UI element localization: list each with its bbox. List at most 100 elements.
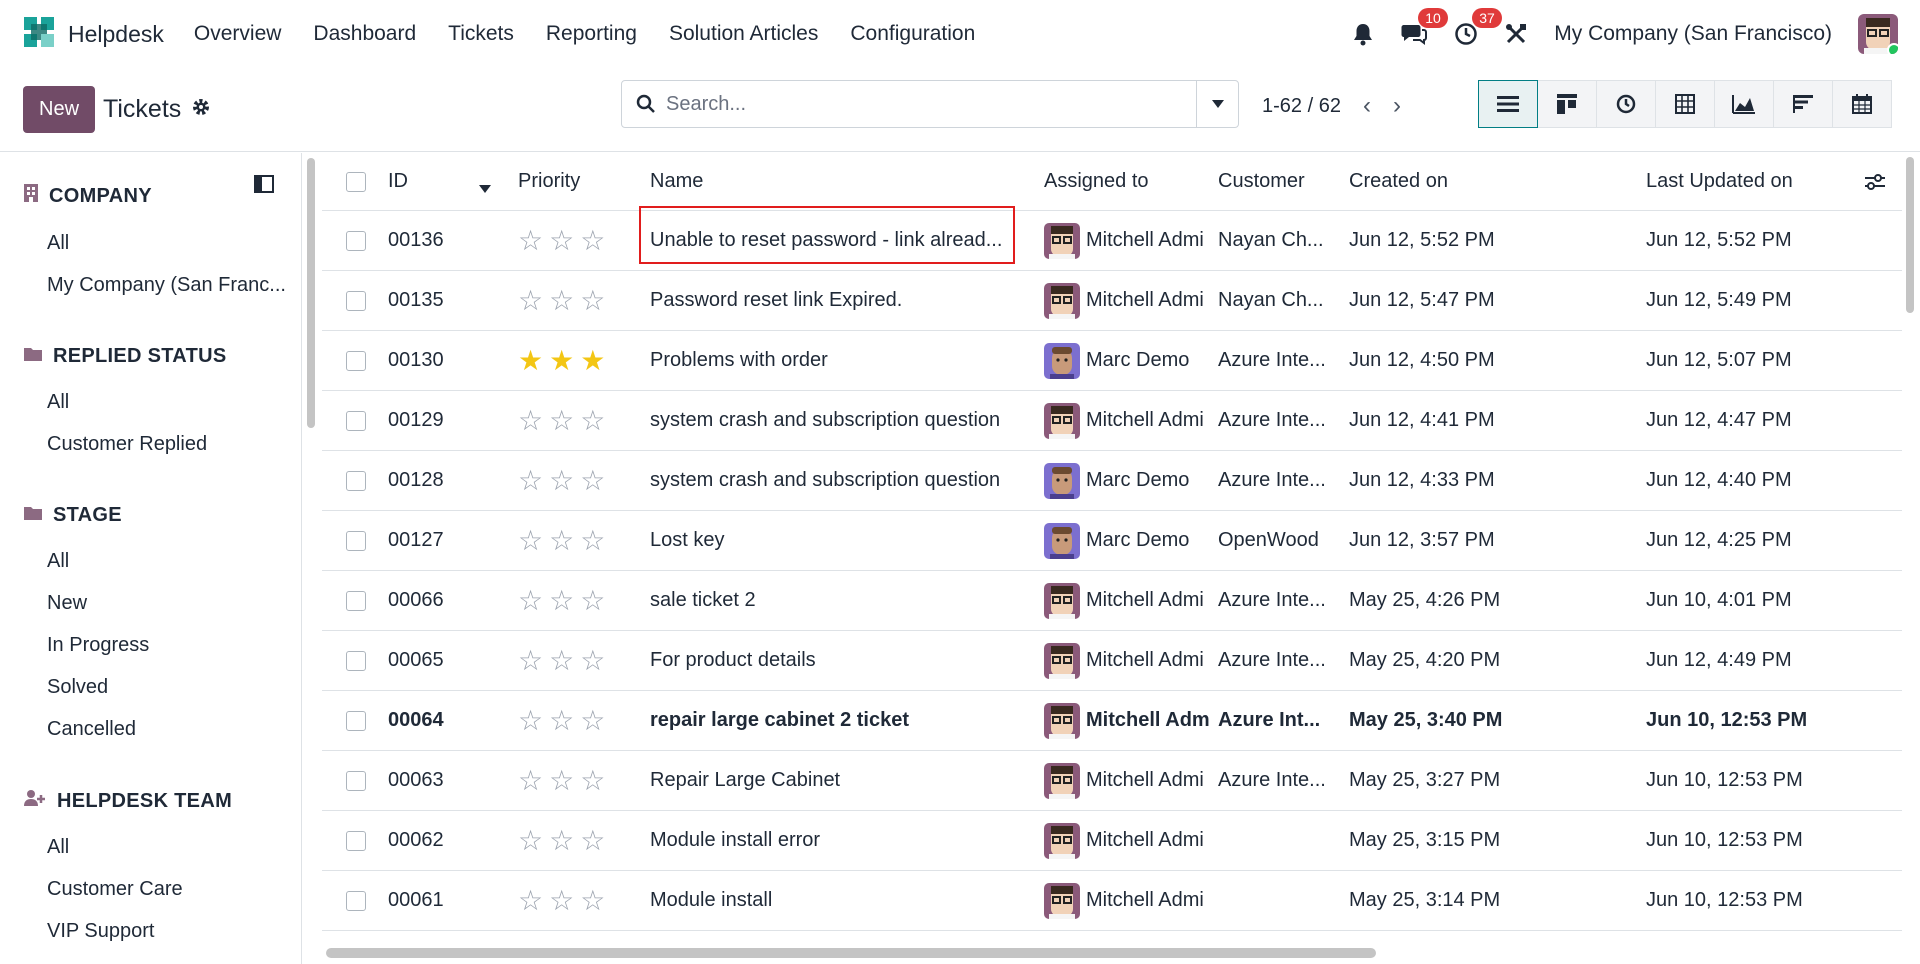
column-header-id[interactable]: ID (388, 170, 488, 193)
priority-star-icon[interactable]: ☆ (580, 827, 605, 855)
filter-item-stage-in-progress[interactable]: In Progress (47, 629, 301, 671)
priority-star-icon[interactable]: ☆ (580, 227, 605, 255)
priority-star-icon[interactable]: ☆ (518, 767, 543, 795)
column-header-updated[interactable]: Last Updated on (1646, 170, 1846, 193)
table-row[interactable]: 00128 ☆ ☆ ☆ system crash and subscription qu… (322, 451, 1902, 511)
activity-view-button[interactable] (1596, 80, 1656, 128)
priority-star-icon[interactable]: ☆ (580, 467, 605, 495)
priority-star-icon[interactable]: ★ (549, 347, 574, 375)
row-checkbox[interactable] (346, 531, 366, 551)
column-header-name[interactable]: Name (650, 170, 1030, 193)
priority-star-icon[interactable]: ☆ (549, 287, 574, 315)
menu-item-configuration[interactable]: Configuration (850, 22, 975, 46)
messages-icon[interactable]: 10 (1400, 8, 1448, 46)
table-row[interactable]: 00130 ★ ★ ★ Problems with order Marc Demo Azur… (322, 331, 1902, 391)
user-avatar[interactable] (1858, 14, 1898, 54)
priority-star-icon[interactable]: ☆ (518, 707, 543, 735)
menu-item-tickets[interactable]: Tickets (448, 22, 514, 46)
priority-star-icon[interactable]: ☆ (549, 647, 574, 675)
column-header-customer[interactable]: Customer (1218, 170, 1332, 193)
priority-star-icon[interactable]: ☆ (549, 227, 574, 255)
table-row[interactable]: 00066 ☆ ☆ ☆ sale ticket 2 Mitchell Admi Azure … (322, 571, 1902, 631)
table-row[interactable]: 00129 ☆ ☆ ☆ system crash and subscription qu… (322, 391, 1902, 451)
search-input[interactable] (656, 81, 1196, 127)
priority-star-icon[interactable]: ☆ (549, 827, 574, 855)
table-row[interactable]: 00061 ☆ ☆ ☆ Module install Mitchell Admi May 2… (322, 871, 1902, 931)
collapse-sidebar-icon[interactable] (254, 175, 274, 198)
table-row[interactable]: 00063 ☆ ☆ ☆ Repair Large Cabinet Mitchell Adm… (322, 751, 1902, 811)
priority-star-icon[interactable]: ☆ (549, 587, 574, 615)
new-button[interactable]: New (23, 86, 96, 133)
priority-star-icon[interactable]: ☆ (549, 407, 574, 435)
table-row[interactable]: 00127 ☆ ☆ ☆ Lost key Marc Demo OpenWood Jun 12,… (322, 511, 1902, 571)
priority-star-icon[interactable]: ☆ (580, 407, 605, 435)
column-header-assigned[interactable]: Assigned to (1044, 170, 1220, 193)
row-checkbox[interactable] (346, 231, 366, 251)
row-checkbox[interactable] (346, 411, 366, 431)
filter-item-stage-solved[interactable]: Solved (47, 671, 301, 713)
priority-star-icon[interactable]: ☆ (580, 647, 605, 675)
search-options-toggle[interactable] (1196, 81, 1238, 127)
sort-desc-icon[interactable] (478, 177, 492, 200)
filter-item-team-vip-support[interactable]: VIP Support (47, 915, 301, 957)
optional-columns-icon[interactable] (1864, 172, 1886, 198)
filter-item-stage-all[interactable]: All (47, 545, 301, 587)
priority-star-icon[interactable]: ☆ (580, 767, 605, 795)
filter-item-company-my-company[interactable]: My Company (San Franc... (47, 269, 301, 311)
priority-star-icon[interactable]: ★ (518, 347, 543, 375)
row-checkbox[interactable] (346, 291, 366, 311)
horizontal-scrollbar[interactable] (326, 948, 1376, 958)
priority-star-icon[interactable]: ★ (580, 347, 605, 375)
menu-item-reporting[interactable]: Reporting (546, 22, 637, 46)
filter-item-company-all[interactable]: All (47, 227, 301, 269)
activity-clock-icon[interactable]: 37 (1454, 8, 1502, 46)
row-checkbox[interactable] (346, 591, 366, 611)
sidebar-scrollbar[interactable] (307, 158, 315, 428)
filter-item-team-all[interactable]: All (47, 831, 301, 873)
row-checkbox[interactable] (346, 651, 366, 671)
table-row[interactable]: 00135 ☆ ☆ ☆ Password reset link Expired. Mitc… (322, 271, 1902, 331)
priority-star-icon[interactable]: ☆ (518, 887, 543, 915)
select-all-checkbox[interactable] (346, 172, 366, 192)
table-row[interactable]: 00136 ☆ ☆ ☆ Unable to reset password - link … (322, 211, 1902, 271)
priority-star-icon[interactable]: ☆ (518, 827, 543, 855)
priority-star-icon[interactable]: ☆ (580, 287, 605, 315)
priority-star-icon[interactable]: ☆ (580, 887, 605, 915)
company-switcher[interactable]: My Company (San Francisco) (1554, 22, 1832, 46)
filter-item-stage-cancelled[interactable]: Cancelled (47, 713, 301, 755)
pager-next-icon[interactable]: › (1393, 92, 1401, 120)
priority-star-icon[interactable]: ☆ (518, 587, 543, 615)
table-row[interactable]: 00062 ☆ ☆ ☆ Module install error Mitchell Adm… (322, 811, 1902, 871)
gear-icon[interactable] (191, 97, 211, 123)
column-header-created[interactable]: Created on (1349, 170, 1549, 193)
pager-value[interactable]: 1-62 / 62 (1262, 95, 1341, 118)
pager-previous-icon[interactable]: ‹ (1363, 92, 1371, 120)
priority-star-icon[interactable]: ☆ (518, 407, 543, 435)
priority-star-icon[interactable]: ☆ (518, 527, 543, 555)
filter-item-stage-new[interactable]: New (47, 587, 301, 629)
tools-icon[interactable] (1504, 22, 1528, 46)
priority-star-icon[interactable]: ☆ (580, 587, 605, 615)
filter-item-customer-replied[interactable]: Customer Replied (47, 428, 301, 470)
column-header-priority[interactable]: Priority (518, 170, 628, 193)
menu-item-dashboard[interactable]: Dashboard (313, 22, 416, 46)
priority-star-icon[interactable]: ☆ (549, 467, 574, 495)
priority-star-icon[interactable]: ☆ (518, 287, 543, 315)
priority-star-icon[interactable]: ☆ (549, 527, 574, 555)
priority-star-icon[interactable]: ☆ (580, 527, 605, 555)
priority-star-icon[interactable]: ☆ (549, 887, 574, 915)
row-checkbox[interactable] (346, 891, 366, 911)
row-checkbox[interactable] (346, 471, 366, 491)
table-row[interactable]: 00064 ☆ ☆ ☆ repair large cabinet 2 ticket Mit… (322, 691, 1902, 751)
graph-view-button[interactable] (1714, 80, 1774, 128)
priority-star-icon[interactable]: ☆ (549, 707, 574, 735)
priority-star-icon[interactable]: ☆ (518, 467, 543, 495)
priority-star-icon[interactable]: ☆ (518, 647, 543, 675)
app-brand[interactable]: Helpdesk (22, 15, 164, 54)
cohort-view-button[interactable] (1773, 80, 1833, 128)
row-checkbox[interactable] (346, 831, 366, 851)
row-checkbox[interactable] (346, 351, 366, 371)
menu-item-overview[interactable]: Overview (194, 22, 282, 46)
priority-star-icon[interactable]: ☆ (549, 767, 574, 795)
priority-star-icon[interactable]: ☆ (580, 707, 605, 735)
